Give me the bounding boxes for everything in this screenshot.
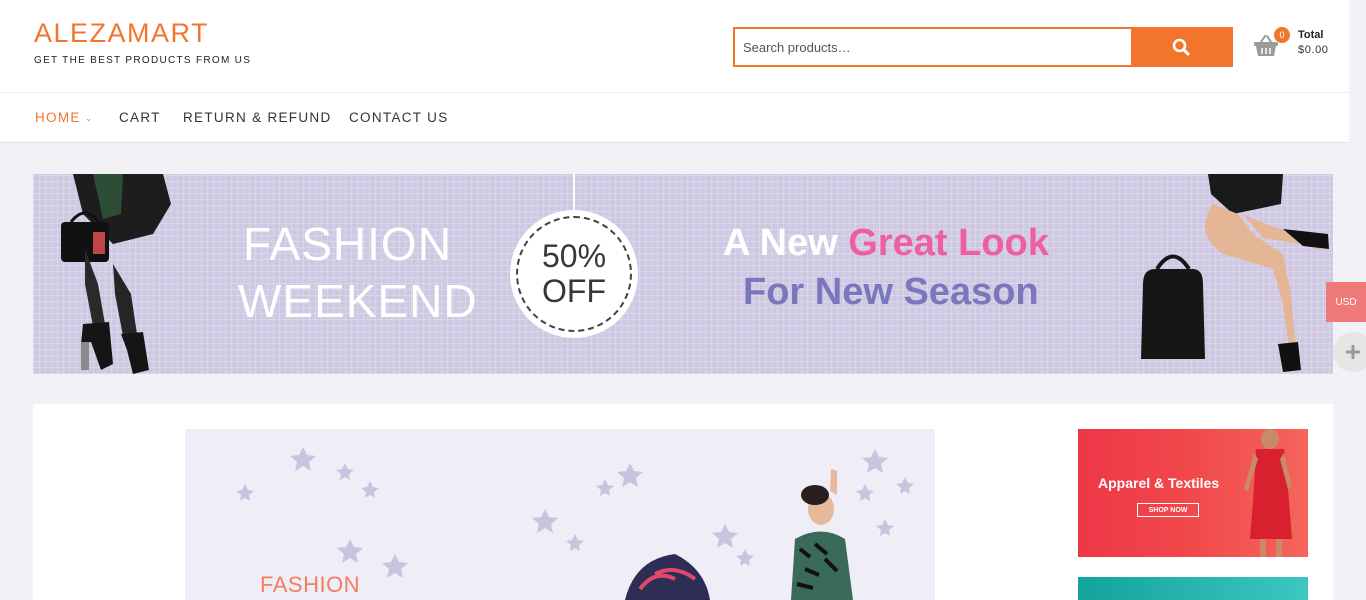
expand-button[interactable] <box>1333 332 1366 372</box>
site-logo[interactable]: ALEZAMART <box>34 18 209 49</box>
hero-weekend-text: WEEKEND <box>238 275 478 327</box>
hero-fashion-text: FASHION <box>243 218 452 270</box>
badge-hanger-line <box>573 174 575 212</box>
cart-total-value: $0.00 <box>1298 44 1329 56</box>
nav-item-return-refund[interactable]: RETURN & REFUND <box>183 110 332 125</box>
hero-headline-part1: A New <box>723 222 849 264</box>
model-legs-left-image <box>61 174 171 374</box>
hero-headline-part2: Great Look <box>848 222 1049 264</box>
search-icon <box>1172 38 1190 56</box>
discount-percent: 50% <box>541 237 607 274</box>
nav-item-label: HOME <box>35 110 81 125</box>
site-header: ALEZAMART GET THE BEST PRODUCTS FROM US … <box>0 0 1349 92</box>
cart-total-label: Total <box>1298 29 1324 41</box>
promo-apparel-banner[interactable]: Apparel & Textiles SHOP NOW <box>1078 429 1308 557</box>
mini-cart[interactable]: 0 Total $0.00 <box>1253 27 1343 64</box>
content-panel: FASHION Apparel & Textiles SHOP NOW <box>33 404 1333 600</box>
model-legs-right-image <box>1141 174 1329 372</box>
hero-headline: A New Great Look <box>723 224 1049 262</box>
hero-banner[interactable]: FASHION WEEKEND 50% OFF A New Great Look… <box>33 174 1333 374</box>
nav-item-home[interactable]: HOME ⌄ <box>35 110 94 125</box>
promo-shop-now-button[interactable]: SHOP NOW <box>1137 503 1199 517</box>
search-input[interactable] <box>735 29 1133 65</box>
search-button[interactable] <box>1131 27 1231 67</box>
nav-item-cart[interactable]: CART <box>119 110 161 125</box>
currency-switcher[interactable]: USD <box>1326 282 1366 322</box>
search-form <box>733 27 1233 67</box>
nav-item-contact-us[interactable]: CONTACT US <box>349 110 449 125</box>
promo-apparel-title: Apparel & Textiles <box>1098 475 1220 491</box>
discount-off-label: OFF <box>542 273 606 309</box>
site-tagline: GET THE BEST PRODUCTS FROM US <box>34 55 252 66</box>
slider-fashion-text: FASHION <box>260 572 361 597</box>
model-red-dress-image <box>1244 429 1292 557</box>
discount-badge-ring: 50% OFF <box>516 216 632 332</box>
main-navigation: HOME ⌄ CART RETURN & REFUND CONTACT US <box>0 92 1349 143</box>
fashion-slider[interactable]: FASHION <box>185 429 935 600</box>
plus-icon <box>1346 345 1360 359</box>
chevron-down-icon: ⌄ <box>84 113 94 123</box>
hero-subheadline: For New Season <box>743 271 1039 313</box>
cart-count-badge: 0 <box>1274 27 1290 43</box>
promo-secondary-banner[interactable] <box>1078 577 1308 600</box>
discount-badge: 50% OFF <box>510 210 638 338</box>
